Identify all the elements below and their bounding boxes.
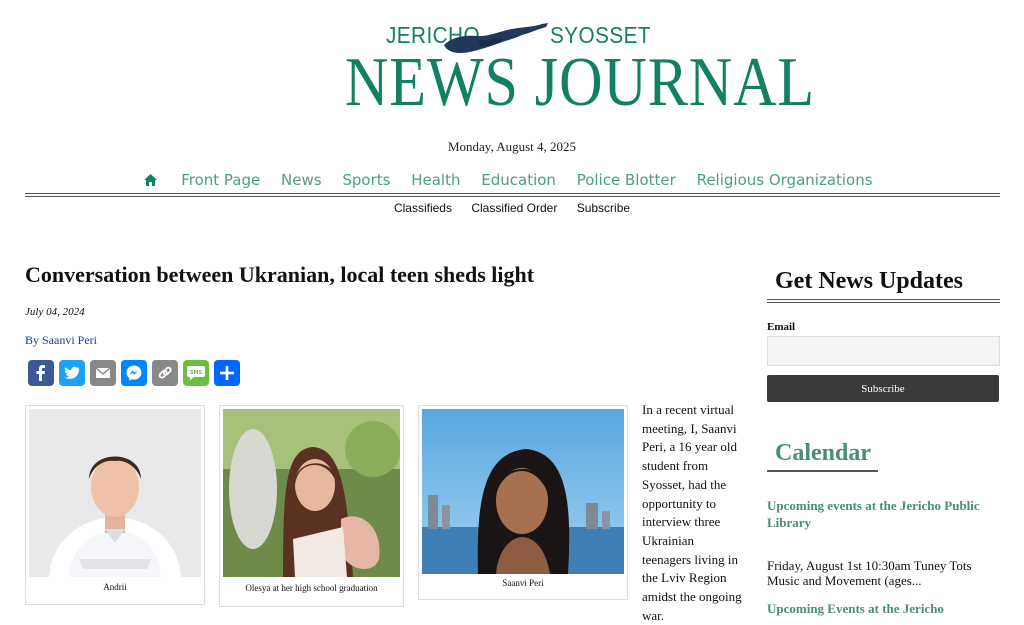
photo-caption: Saanvi Peri <box>502 578 544 588</box>
email-field[interactable] <box>767 336 1000 366</box>
andrii-portrait <box>29 409 201 577</box>
email-label: Email <box>767 321 796 333</box>
masthead-logo[interactable]: JERICHO SYOSSET NEWS JOURNAL <box>0 10 1024 120</box>
facebook-icon[interactable] <box>28 360 54 386</box>
main-nav: Front Page News Sports Health Education … <box>0 171 1024 189</box>
article-headline: Conversation between Ukranian, local tee… <box>25 262 535 287</box>
saanvi-portrait <box>422 409 624 574</box>
nav-police-blotter[interactable]: Police Blotter <box>577 171 676 189</box>
sub-nav: Classifieds Classified Order Subscribe <box>0 201 1024 215</box>
nav-education[interactable]: Education <box>481 171 556 189</box>
photo-andrii[interactable]: Andrii <box>25 405 205 605</box>
nav-religious-organizations[interactable]: Religious Organizations <box>697 171 873 189</box>
nav-news[interactable]: News <box>281 171 322 189</box>
nav-sports[interactable]: Sports <box>342 171 390 189</box>
home-icon[interactable] <box>143 173 158 187</box>
subnav-subscribe[interactable]: Subscribe <box>577 201 630 215</box>
subnav-classifieds[interactable]: Classifieds <box>394 201 452 215</box>
olesya-portrait <box>223 409 400 577</box>
event-link[interactable]: Upcoming Events at the Jericho <box>767 600 997 617</box>
current-date: Monday, August 4, 2025 <box>447 139 577 154</box>
photo-caption: Olesya at her high school graduation <box>245 583 378 593</box>
article-byline[interactable]: By Saanvi Peri <box>25 333 97 348</box>
svg-text:SMS: SMS <box>190 370 203 376</box>
calendar-title: Calendar <box>775 440 871 466</box>
copy-link-icon[interactable] <box>152 360 178 386</box>
email-icon[interactable] <box>90 360 116 386</box>
photo-saanvi[interactable]: Saanvi Peri <box>418 405 628 600</box>
news-updates-divider <box>767 299 1000 300</box>
sms-icon[interactable]: SMS <box>183 360 209 386</box>
news-updates-title: Get News Updates <box>775 268 963 294</box>
messenger-icon[interactable] <box>121 360 147 386</box>
share-icon[interactable] <box>214 360 240 386</box>
nav-front-page[interactable]: Front Page <box>181 171 260 189</box>
event-link[interactable]: Upcoming events at the Jericho Public Li… <box>767 497 997 531</box>
nav-health[interactable]: Health <box>411 171 460 189</box>
subnav-classified-order[interactable]: Classified Order <box>471 201 557 215</box>
photo-olesya[interactable]: Olesya at her high school graduation <box>219 405 404 607</box>
photo-caption: Andrii <box>103 582 127 592</box>
calendar-divider <box>767 470 878 472</box>
event-text: Friday, August 1st 10:30am Tuney Tots Mu… <box>767 558 972 588</box>
masthead-title: NEWS JOURNAL <box>344 44 816 121</box>
article-date: July 04, 2024 <box>25 306 85 318</box>
article-body: In a recent virtual meeting, I, Saanvi P… <box>642 402 742 623</box>
news-updates-divider <box>767 302 1000 303</box>
nav-divider-bottom <box>25 196 1000 197</box>
twitter-icon[interactable] <box>59 360 85 386</box>
share-bar: SMS <box>28 360 240 386</box>
nav-divider-top <box>25 193 1000 194</box>
subscribe-button[interactable]: Subscribe <box>767 375 999 402</box>
